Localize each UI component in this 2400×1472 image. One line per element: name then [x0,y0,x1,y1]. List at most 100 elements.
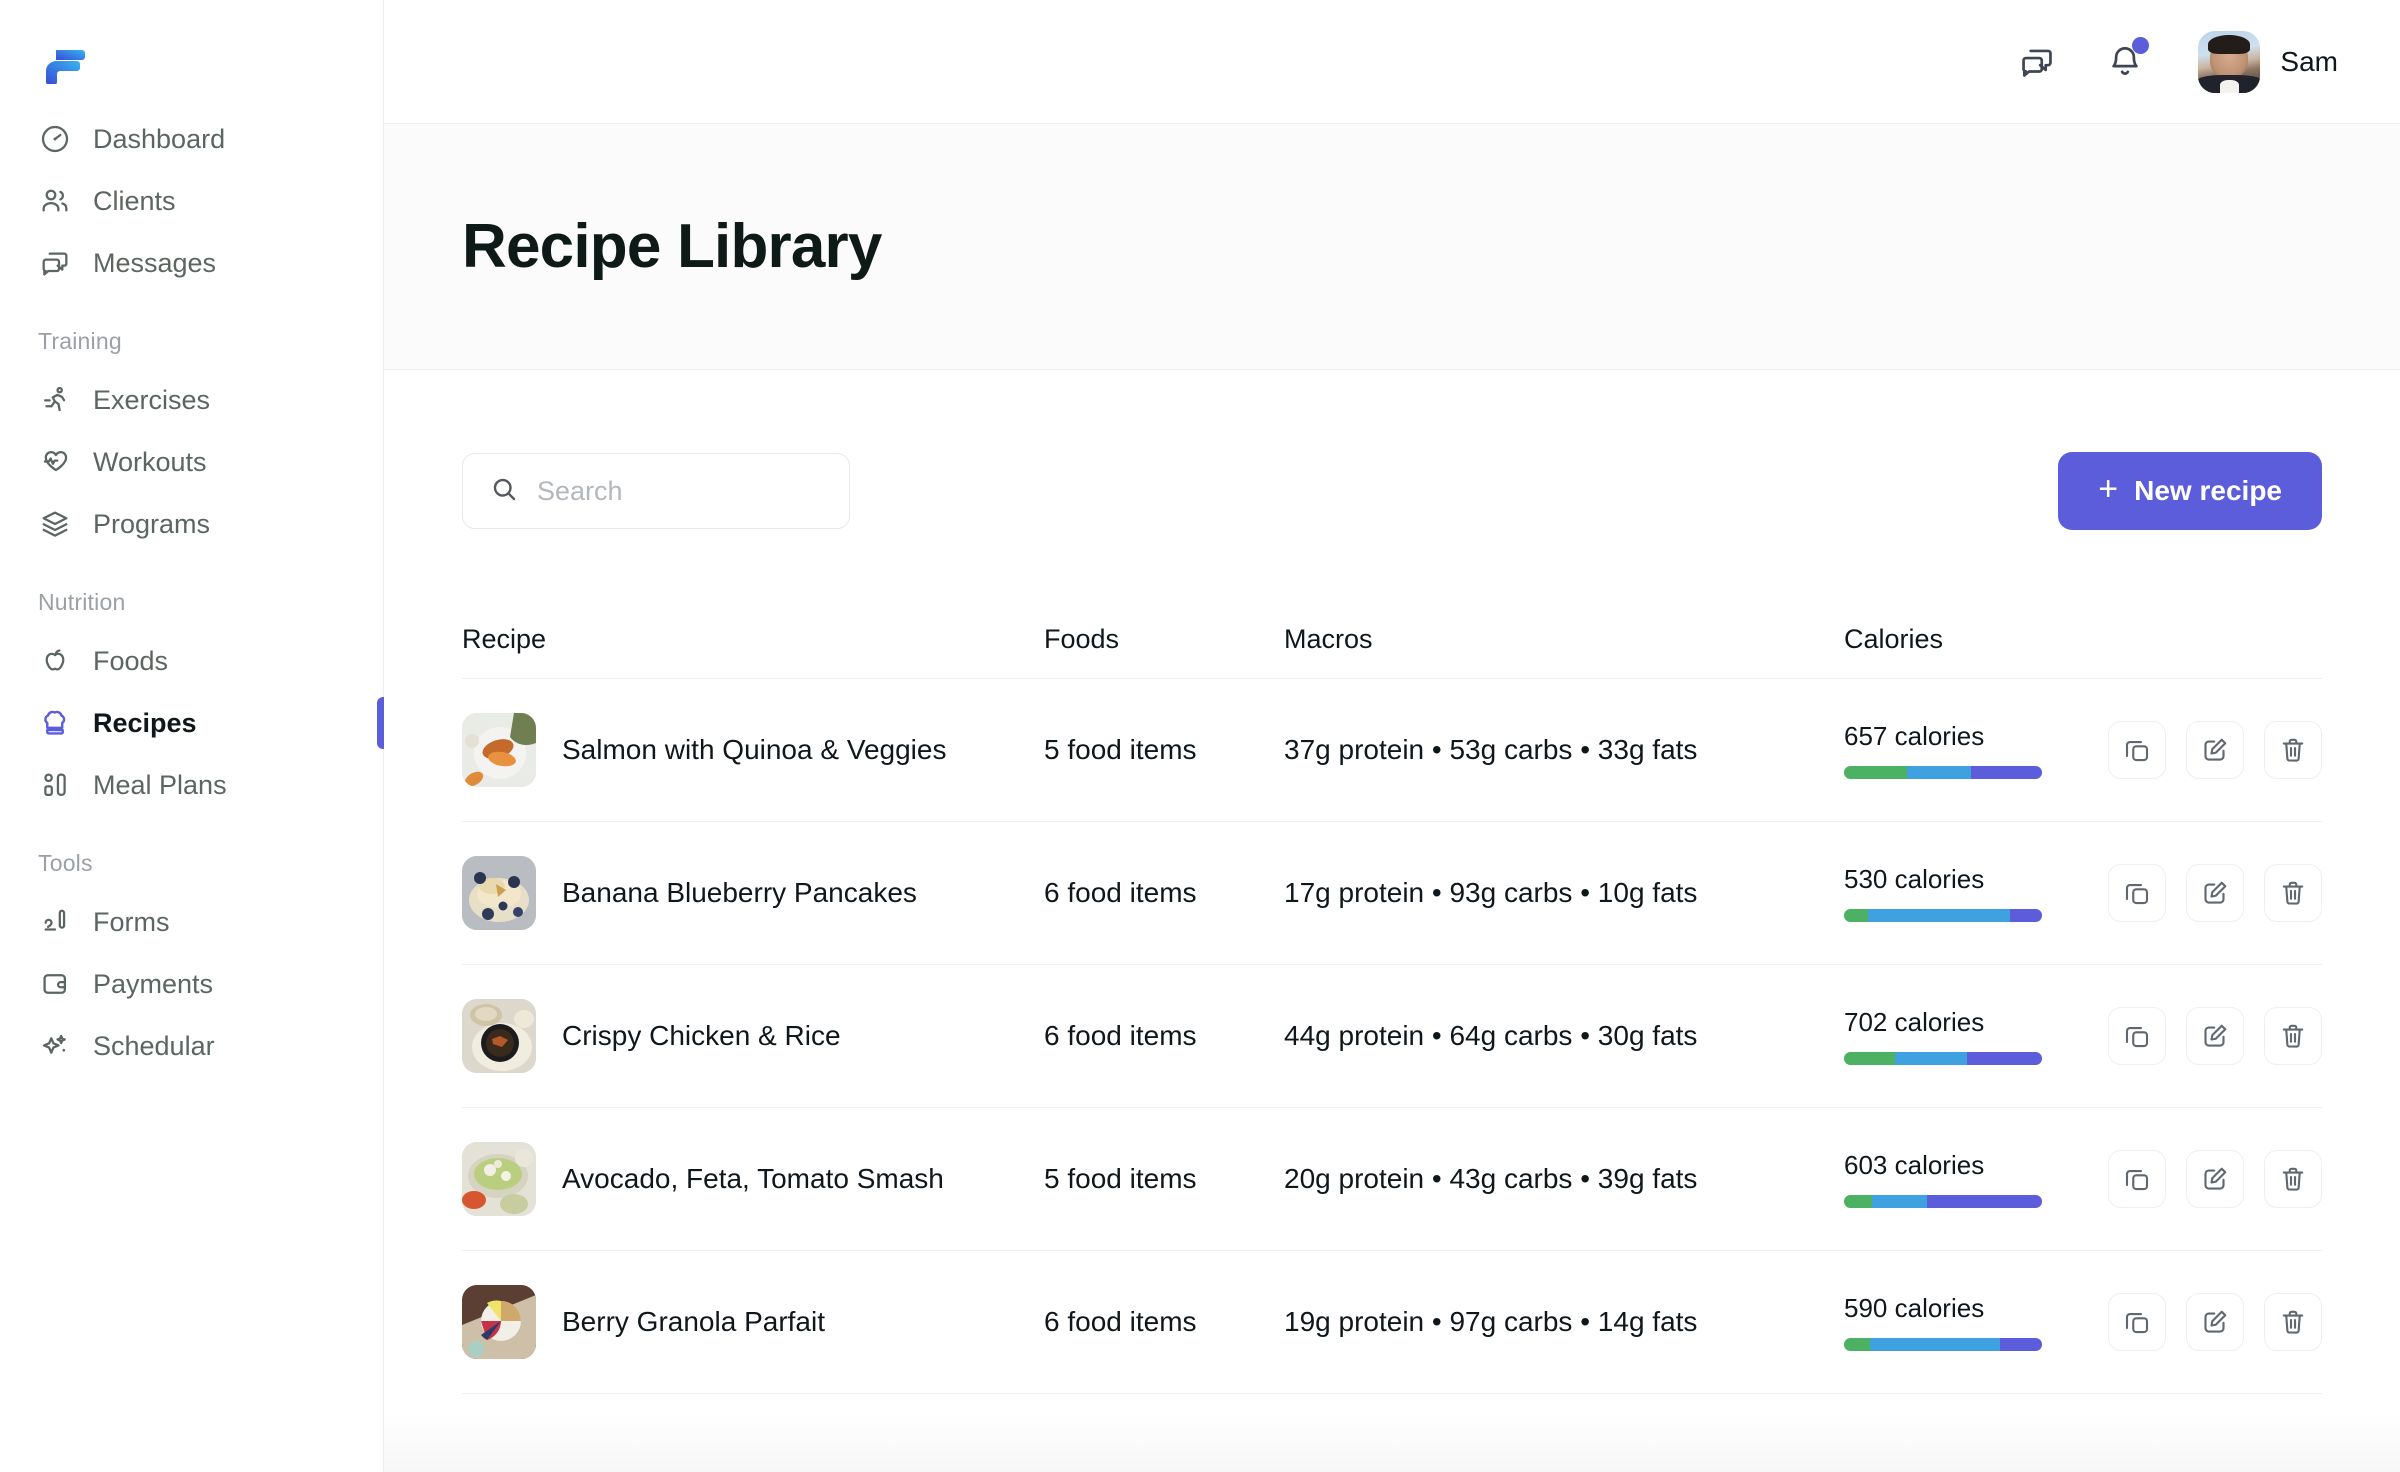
trash-icon [2278,1164,2308,1194]
new-recipe-button[interactable]: + New recipe [2058,452,2322,530]
recipe-macros: 17g protein • 93g carbs • 10g fats [1284,877,1698,908]
sidebar-item-label: Workouts [93,446,207,477]
duplicate-recipe-button[interactable] [2108,721,2166,779]
sidebar-item-meal-plans[interactable]: Meal Plans [0,754,383,816]
sidebar-item-label: Clients [93,185,176,216]
sidebar-item-workouts[interactable]: Workouts [0,431,383,493]
table-row[interactable]: Avocado, Feta, Tomato Smash 5 food items… [462,1107,2322,1250]
table-row[interactable]: Banana Blueberry Pancakes 6 food items 1… [462,821,2322,964]
copy-icon [2122,1021,2152,1051]
recipe-calories: 657 calories [1844,721,1985,751]
sidebar-item-foods[interactable]: Foods [0,630,383,692]
sidebar-item-exercises[interactable]: Exercises [0,369,383,431]
delete-recipe-button[interactable] [2264,721,2322,779]
chat-icon [2018,43,2056,81]
sidebar-item-label: Forms [93,906,170,937]
recipe-name: Salmon with Quinoa & Veggies [562,734,947,765]
copy-icon [2122,1307,2152,1337]
sidebar-item-payments[interactable]: Payments [0,953,383,1015]
edit-recipe-button[interactable] [2186,1293,2244,1351]
delete-recipe-button[interactable] [2264,1293,2322,1351]
sidebar-section-tools: Tools [38,850,93,876]
recipe-macros: 20g protein • 43g carbs • 39g fats [1284,1163,1698,1194]
copy-icon [2122,1164,2152,1194]
duplicate-recipe-button[interactable] [2108,864,2166,922]
duplicate-recipe-button[interactable] [2108,1150,2166,1208]
sidebar-item-label: Messages [93,247,217,278]
edit-pencil-icon [2200,1307,2230,1337]
recipe-thumbnail [462,713,536,787]
notification-unread-dot [2132,36,2150,54]
f-logo-icon [36,38,88,85]
recipe-macros: 19g protein • 97g carbs • 14g fats [1284,1306,1698,1337]
sidebar-nav-training: Exercises Workouts Programs [0,369,383,555]
copy-icon [2122,878,2152,908]
sidebar-item-label: Foods [93,645,169,676]
sidebar-item-recipes[interactable]: Recipes [0,692,384,754]
edit-recipe-button[interactable] [2186,1007,2244,1065]
delete-recipe-button[interactable] [2264,1150,2322,1208]
chat-icon [38,246,72,280]
messages-button[interactable] [2006,31,2068,93]
edit-recipe-button[interactable] [2186,864,2244,922]
recipe-calories-cell: 530 calories [1844,864,2092,922]
duplicate-recipe-button[interactable] [2108,1007,2166,1065]
sidebar-item-dashboard[interactable]: Dashboard [0,108,383,170]
duplicate-recipe-button[interactable] [2108,1293,2166,1351]
table-row[interactable]: Crispy Chicken & Rice 6 food items 44g p… [462,964,2322,1107]
edit-pencil-icon [2200,878,2230,908]
recipe-calories-cell: 590 calories [1844,1293,2092,1351]
edit-pencil-icon [2200,735,2230,765]
active-nav-indicator [377,697,384,749]
delete-recipe-button[interactable] [2264,864,2322,922]
sidebar-item-label: Payments [93,968,214,999]
recipe-foods-count: 5 food items [1044,1163,1197,1194]
recipe-calories: 603 calories [1844,1150,1985,1180]
apple-icon [38,644,72,678]
sidebar: Dashboard Clients Messages Training Exer… [0,0,384,1472]
heart-pulse-icon [38,445,72,479]
search-input[interactable] [537,475,823,507]
trash-icon [2278,735,2308,765]
sidebar-item-label: Dashboard [93,123,226,154]
column-header-foods: Foods [1044,623,1120,654]
new-recipe-label: New recipe [2134,475,2282,506]
sidebar-nav-tools: Forms Payments Schedular [0,891,383,1077]
sidebar-item-label: Programs [93,508,211,539]
plus-icon: + [2098,470,2119,508]
table-row[interactable]: Salmon with Quinoa & Veggies 5 food item… [462,678,2322,821]
recipe-macros: 44g protein • 64g carbs • 30g fats [1284,1020,1698,1051]
sidebar-item-clients[interactable]: Clients [0,170,383,232]
notifications-button[interactable] [2094,31,2156,93]
trash-icon [2278,1021,2308,1051]
trash-icon [2278,878,2308,908]
edit-recipe-button[interactable] [2186,721,2244,779]
trash-icon [2278,1307,2308,1337]
macro-bar [1844,909,2042,922]
table-row[interactable]: Berry Granola Parfait 6 food items 19g p… [462,1250,2322,1393]
delete-recipe-button[interactable] [2264,1007,2322,1065]
sidebar-item-messages[interactable]: Messages [0,232,383,294]
sidebar-section-nutrition: Nutrition [38,589,126,615]
macro-bar [1844,1195,2042,1208]
search-box[interactable] [462,453,850,529]
edit-pencil-icon [2200,1164,2230,1194]
user-name: Sam [2280,45,2338,77]
gauge-icon [38,122,72,156]
sidebar-section-training: Training [38,328,122,354]
sidebar-item-label: Meal Plans [93,769,227,800]
edit-recipe-button[interactable] [2186,1150,2244,1208]
sidebar-item-schedular[interactable]: Schedular [0,1015,383,1077]
user-menu[interactable]: Sam [2198,30,2338,93]
brand-logo[interactable] [0,30,383,92]
sidebar-nav-main: Dashboard Clients Messages [0,108,383,294]
macro-bar [1844,1052,2042,1065]
topbar: Sam [384,0,2400,124]
running-person-icon [38,383,72,417]
recipe-name: Berry Granola Parfait [562,1306,825,1337]
recipe-calories: 530 calories [1844,864,1985,894]
macro-bar [1844,766,2042,779]
sidebar-item-programs[interactable]: Programs [0,493,383,555]
sidebar-item-label: Exercises [93,384,211,415]
sidebar-item-forms[interactable]: Forms [0,891,383,953]
